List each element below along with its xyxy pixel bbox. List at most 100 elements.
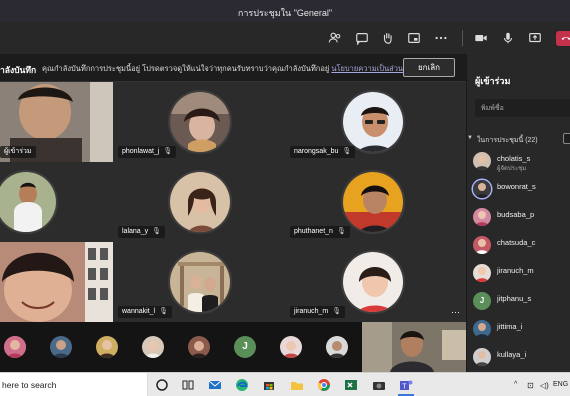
more-actions-icon[interactable] xyxy=(433,30,449,46)
avatar xyxy=(473,152,491,170)
participant-name: ผู้เข้าร่วม xyxy=(4,148,32,155)
windows-taskbar: here to search T ^ ⊡ ◁) ENG xyxy=(0,372,570,396)
participant-row[interactable]: cholatis_s ผู้จัดประชุม xyxy=(467,150,570,174)
chevron-up-icon[interactable]: ^ xyxy=(514,381,517,388)
taskbar-search-box[interactable]: here to search xyxy=(0,373,148,396)
language-indicator[interactable]: ENG xyxy=(553,381,568,388)
participant-row[interactable]: J jitphanu_s xyxy=(467,290,570,314)
in-meeting-section-header[interactable]: ▼ ในการประชุมนี้ (22) xyxy=(467,133,570,146)
video-tile[interactable]: phuthanet_n 🎙 xyxy=(285,162,466,242)
recording-message: คุณกำลังบันทึกการประชุมนี้อยู่ โปรดตรวจด… xyxy=(42,63,412,75)
camera-icon[interactable] xyxy=(473,30,489,46)
video-grid: ผู้เข้าร่วม phonlawat_j 🎙 narongsak_bu 🎙 l… xyxy=(0,82,466,322)
self-view-video[interactable] xyxy=(362,322,466,372)
tile-name-label: ผู้เข้าร่วม xyxy=(0,146,36,158)
volume-icon[interactable]: ◁) xyxy=(540,381,549,390)
mute-all-button[interactable] xyxy=(563,133,570,144)
participant-thumbnail[interactable] xyxy=(50,336,72,358)
tile-more-options-icon[interactable]: ··· xyxy=(451,307,460,317)
avatar xyxy=(473,180,491,198)
teams-icon[interactable]: T xyxy=(398,377,414,393)
participant-name: chatsuda_c xyxy=(497,238,536,247)
tile-name-label: phonlawat_j 🎙 xyxy=(118,146,177,158)
participant-thumbnail[interactable] xyxy=(142,336,164,358)
file-explorer-icon[interactable] xyxy=(289,377,305,393)
excel-icon[interactable] xyxy=(343,377,359,393)
tile-name-label: wannakit_l 🎙 xyxy=(118,306,172,318)
tile-name-label: lalana_y 🎙 xyxy=(118,226,165,238)
video-tile[interactable]: jiranuch_m 🎙 ··· xyxy=(285,242,466,322)
participants-panel: ผู้เข้าร่วม พิมพ์ชื่อ ▼ ในการประชุมนี้ (… xyxy=(466,54,570,372)
participant-thumbnail[interactable] xyxy=(280,336,302,358)
edge-browser-icon[interactable] xyxy=(234,377,250,393)
participant-row[interactable]: kullaya_i xyxy=(467,346,570,370)
participant-thumbnail[interactable] xyxy=(4,336,26,358)
network-icon[interactable]: ⊡ xyxy=(527,381,534,390)
video-tile[interactable]: narongsak_bu 🎙 xyxy=(285,82,466,162)
participant-overflow-strip: J xyxy=(0,322,466,372)
tile-name-label: phuthanet_n 🎙 xyxy=(290,226,350,238)
recording-message-text: คุณกำลังบันทึกการประชุมนี้อยู่ โปรดตรวจด… xyxy=(42,64,330,73)
tile-name-label: narongsak_bu 🎙 xyxy=(290,146,356,158)
avatar xyxy=(473,208,491,226)
mic-icon: 🎙 xyxy=(163,148,173,155)
participant-thumbnail[interactable] xyxy=(96,336,118,358)
microphone-icon[interactable] xyxy=(500,30,516,46)
participant-name: phonlawat_j xyxy=(122,148,160,155)
raise-hand-icon[interactable] xyxy=(380,30,396,46)
participant-name: cholatis_s xyxy=(497,154,531,163)
participant-name: lalana_y xyxy=(122,228,149,235)
panel-title: ผู้เข้าร่วม xyxy=(475,76,511,86)
video-tile[interactable] xyxy=(0,242,113,322)
task-view-icon[interactable] xyxy=(180,377,196,393)
leave-call-button[interactable] xyxy=(556,31,570,46)
breakout-rooms-icon[interactable] xyxy=(406,30,422,46)
participants-icon[interactable] xyxy=(327,30,343,46)
title-bar: การประชุมใน "General" xyxy=(0,0,570,22)
window-title: การประชุมใน "General" xyxy=(237,8,333,18)
participant-name: bowonrat_s xyxy=(497,182,536,191)
participant-video xyxy=(0,242,113,322)
camera-app-icon[interactable] xyxy=(371,377,387,393)
dismiss-recording-button[interactable]: ยกเลิก xyxy=(403,58,455,77)
mail-icon[interactable] xyxy=(207,377,223,393)
participant-letter-avatar[interactable]: J xyxy=(234,336,256,358)
participant-name: jittima_i xyxy=(497,322,523,331)
participant-row[interactable]: chatsuda_c xyxy=(467,234,570,258)
participant-row[interactable]: budsaba_p xyxy=(467,206,570,230)
avatar xyxy=(473,320,491,338)
mic-icon: 🎙 xyxy=(159,308,168,315)
video-tile[interactable]: ผู้เข้าร่วม xyxy=(0,82,113,162)
chevron-down-icon: ▼ xyxy=(467,135,473,141)
participant-name: jitphanu_s xyxy=(497,294,532,303)
mic-icon: 🎙 xyxy=(332,308,342,315)
participant-name: wannakit_l xyxy=(122,308,156,315)
chat-icon[interactable] xyxy=(354,30,370,46)
tile-name-label: jiranuch_m 🎙 xyxy=(290,306,346,318)
video-tile[interactable]: phonlawat_j 🎙 xyxy=(113,82,285,162)
share-screen-icon[interactable] xyxy=(527,30,543,46)
participant-row[interactable]: bowonrat_s xyxy=(467,178,570,202)
participant-avatar xyxy=(341,250,405,314)
participant-row[interactable]: jiranuch_m xyxy=(467,262,570,286)
store-icon[interactable] xyxy=(261,377,277,393)
participant-thumbnail[interactable] xyxy=(326,336,348,358)
participant-search-input[interactable]: พิมพ์ชื่อ xyxy=(475,99,570,117)
privacy-policy-link[interactable]: นโยบายความเป็นส่วนตัว xyxy=(331,64,412,73)
recording-banner: ำลังบันทึก คุณกำลังบันทึกการประชุมนี้อยู… xyxy=(0,54,466,82)
video-tile[interactable]: lalana_y 🎙 xyxy=(113,162,285,242)
avatar: J xyxy=(473,292,491,310)
participant-row[interactable]: jittima_i xyxy=(467,318,570,342)
participant-avatar xyxy=(168,170,232,234)
mic-icon: 🎙 xyxy=(152,228,161,235)
avatar xyxy=(473,348,491,366)
avatar xyxy=(473,236,491,254)
video-tile[interactable] xyxy=(0,162,113,242)
chrome-icon[interactable] xyxy=(316,377,332,393)
cortana-icon[interactable] xyxy=(154,377,170,393)
participant-avatar xyxy=(168,250,232,314)
participant-role: ผู้จัดประชุม xyxy=(497,166,527,172)
svg-text:T: T xyxy=(402,384,407,391)
video-tile[interactable]: wannakit_l 🎙 xyxy=(113,242,285,322)
participant-thumbnail[interactable] xyxy=(188,336,210,358)
